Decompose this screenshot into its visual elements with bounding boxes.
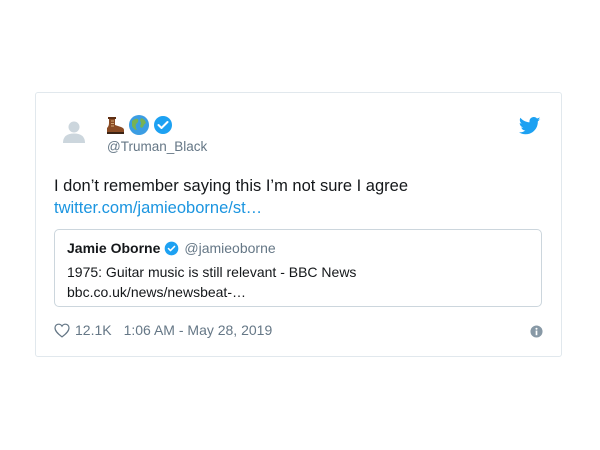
quoted-author-handle[interactable]: @jamieoborne [184,240,275,256]
quoted-tweet-url[interactable]: bbc.co.uk/news/newsbeat-… [67,284,246,300]
like-count[interactable]: 12.1K [75,322,112,338]
twitter-bird-icon[interactable] [519,117,541,135]
heart-icon[interactable] [54,323,70,338]
verified-badge-icon [154,116,172,134]
verified-badge-icon [165,241,179,255]
default-avatar-icon[interactable] [62,119,86,143]
info-icon[interactable] [530,325,543,338]
tweet-quote-link[interactable]: twitter.com/jamieoborne/st… [54,197,262,219]
user-handle[interactable]: @Truman_Black [107,139,207,154]
display-name-emojis[interactable] [104,114,174,136]
quoted-author-name[interactable]: Jamie Oborne [67,240,160,256]
embedded-tweet-card: @Truman_Black I don’t remember saying th… [35,92,562,357]
quoted-tweet[interactable]: Jamie Oborne @jamieoborne 1975: Guitar m… [54,229,542,307]
boot-emoji-icon [107,117,124,134]
tweet-footer: 12.1K 1:06 AM - May 28, 2019 [54,322,272,338]
globe-emoji-icon [129,115,149,135]
quoted-tweet-header: Jamie Oborne @jamieoborne [67,240,276,256]
tweet-text: I don’t remember saying this I’m not sur… [54,177,408,195]
quoted-tweet-text: 1975: Guitar music is still relevant - B… [67,264,357,280]
tweet-timestamp[interactable]: 1:06 AM - May 28, 2019 [124,322,273,338]
